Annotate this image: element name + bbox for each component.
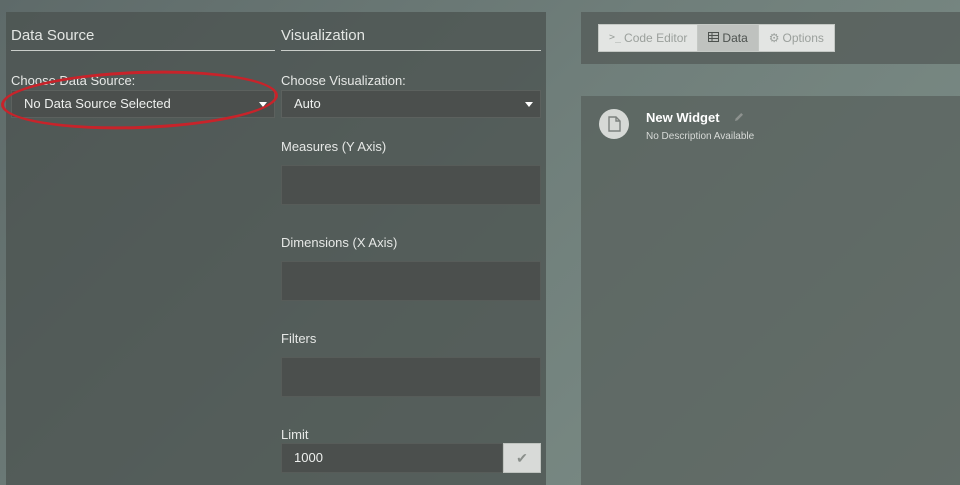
limit-label: Limit bbox=[281, 427, 309, 442]
editor-toolbar: >_ Code Editor Data ⚙ Options bbox=[581, 12, 960, 64]
tab-data-label: Data bbox=[722, 31, 748, 45]
caret-down-icon bbox=[525, 102, 533, 107]
limit-apply-button[interactable]: ✔ bbox=[503, 443, 541, 473]
choose-visualization-label: Choose Visualization: bbox=[281, 73, 406, 88]
tab-options[interactable]: ⚙ Options bbox=[757, 24, 835, 52]
tab-code-editor[interactable]: >_ Code Editor bbox=[598, 24, 699, 52]
caret-down-icon bbox=[259, 102, 267, 107]
config-panel: Data Source Choose Data Source: No Data … bbox=[6, 12, 546, 485]
data-source-heading: Data Source bbox=[11, 27, 275, 51]
filters-label: Filters bbox=[281, 331, 317, 346]
widget-description: No Description Available bbox=[646, 131, 755, 142]
table-icon bbox=[708, 25, 720, 51]
dimensions-label: Dimensions (X Axis) bbox=[281, 235, 398, 250]
editor-tab-group: >_ Code Editor Data ⚙ Options bbox=[598, 24, 835, 52]
terminal-icon: >_ bbox=[609, 32, 622, 43]
filters-drop-zone[interactable] bbox=[281, 357, 541, 397]
visualization-heading: Visualization bbox=[281, 27, 541, 51]
pencil-icon[interactable] bbox=[733, 110, 745, 128]
widget-preview-panel: New Widget No Description Available bbox=[581, 96, 960, 485]
visualization-selected-value: Auto bbox=[294, 96, 321, 111]
visualization-select[interactable]: Auto bbox=[281, 90, 541, 118]
data-source-select[interactable]: No Data Source Selected bbox=[11, 90, 275, 118]
widget-avatar bbox=[599, 109, 629, 139]
check-icon: ✔ bbox=[516, 450, 528, 466]
tab-code-editor-label: Code Editor bbox=[624, 31, 688, 45]
limit-input[interactable]: 1000 bbox=[281, 443, 503, 473]
tab-data[interactable]: Data bbox=[697, 24, 759, 52]
file-icon bbox=[608, 116, 621, 132]
gear-icon: ⚙ bbox=[768, 31, 780, 45]
tab-options-label: Options bbox=[782, 31, 824, 45]
widget-title: New Widget bbox=[646, 110, 720, 125]
measures-label: Measures (Y Axis) bbox=[281, 139, 387, 154]
data-source-selected-value: No Data Source Selected bbox=[24, 96, 171, 111]
choose-data-source-label: Choose Data Source: bbox=[11, 73, 136, 88]
measures-drop-zone[interactable] bbox=[281, 165, 541, 205]
dimensions-drop-zone[interactable] bbox=[281, 261, 541, 301]
